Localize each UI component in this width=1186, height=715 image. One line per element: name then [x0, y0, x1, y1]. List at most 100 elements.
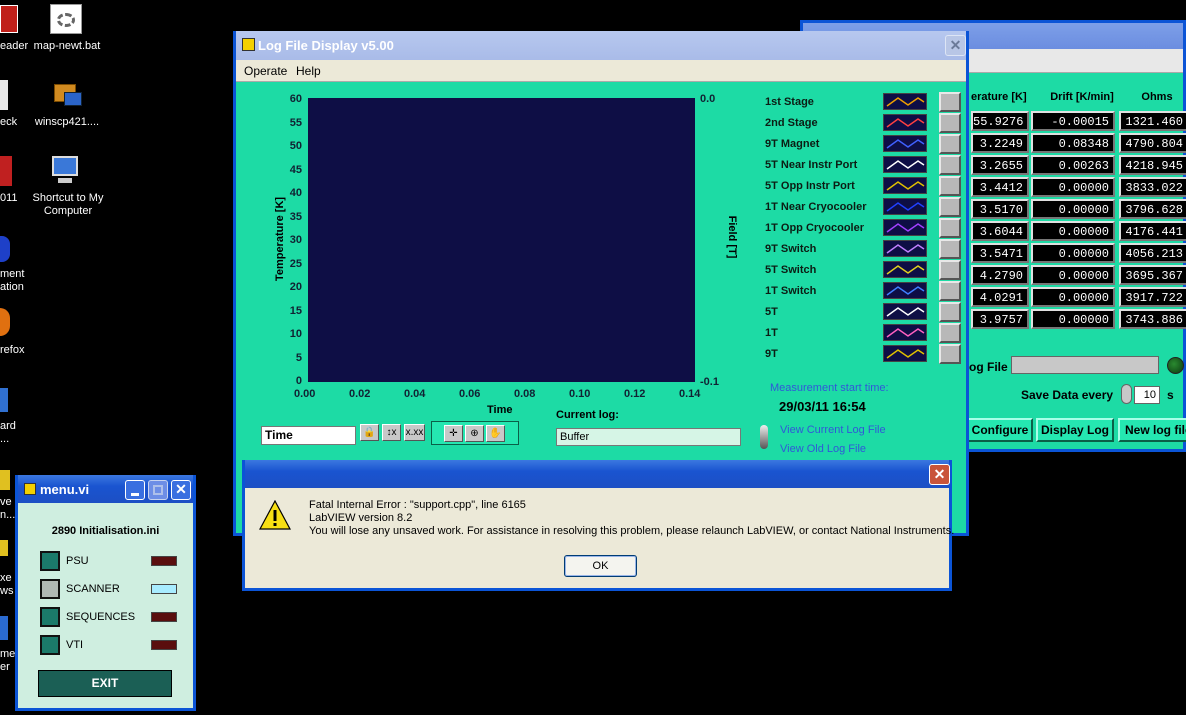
plot-visibility-toggle[interactable]	[939, 302, 961, 322]
desktop-icon-label[interactable]: map-newt.bat	[28, 40, 106, 53]
module-checkbox[interactable]	[40, 551, 60, 571]
plot-visibility-toggle[interactable]	[939, 218, 961, 238]
reading-cell: 0.00000	[1031, 221, 1115, 241]
plot-visibility-toggle[interactable]	[939, 92, 961, 112]
plot-visibility-toggle[interactable]	[939, 323, 961, 343]
chart-plot-area[interactable]	[308, 98, 695, 382]
save-interval-input[interactable]: 10	[1134, 386, 1160, 404]
ok-button[interactable]: OK	[564, 555, 637, 577]
menu-help[interactable]: Help	[296, 64, 321, 78]
desktop-icon-label[interactable]: eader	[0, 40, 30, 53]
exit-button[interactable]: EXIT	[38, 670, 172, 697]
legend-swatch[interactable]	[883, 93, 927, 110]
plot-visibility-toggle[interactable]	[939, 197, 961, 217]
crosshair-icon[interactable]: ✛	[444, 425, 463, 442]
document-icon[interactable]	[0, 80, 8, 110]
plot-visibility-toggle[interactable]	[939, 176, 961, 196]
legend-swatch[interactable]	[883, 156, 927, 173]
log-status-led	[1167, 357, 1184, 374]
desktop-icon-label[interactable]: Shortcut to My Computer	[26, 192, 110, 218]
save-interval-spinner[interactable]	[1121, 384, 1132, 404]
log-display-titlebar[interactable]: Log File Display v5.00	[236, 31, 966, 60]
legend-swatch[interactable]	[883, 303, 927, 320]
legend-swatch[interactable]	[883, 240, 927, 257]
view-current-log-link[interactable]: View Current Log File	[780, 424, 886, 436]
view-old-log-link[interactable]: View Old Log File	[780, 443, 866, 455]
plot-visibility-toggle[interactable]	[939, 134, 961, 154]
reading-cell: 0.00000	[1031, 265, 1115, 285]
legend-swatch[interactable]	[883, 177, 927, 194]
error-dialog[interactable]: ✕ Fatal Internal Error : "support.cpp", …	[242, 460, 955, 591]
module-checkbox[interactable]	[40, 607, 60, 627]
winscp-icon[interactable]	[52, 80, 82, 108]
app-icon[interactable]	[0, 540, 8, 556]
column-header-temperature: erature [K]	[971, 91, 1027, 103]
reading-cell: 3.9757	[971, 309, 1029, 329]
new-log-file-button[interactable]: New log file	[1118, 418, 1186, 442]
zoom-icon[interactable]: ⊕	[465, 425, 484, 442]
pan-hand-icon[interactable]: ✋	[486, 425, 505, 442]
desktop-icon-label[interactable]: ment	[0, 268, 30, 281]
desktop-icon-label[interactable]: ...	[0, 433, 30, 446]
desktop-icon-label[interactable]: refox	[0, 344, 30, 357]
desktop-icon-label[interactable]: er	[0, 661, 16, 674]
menu-operate[interactable]: Operate	[244, 64, 287, 78]
lock-icon[interactable]: 🔒	[360, 424, 379, 441]
legend-swatch[interactable]	[883, 345, 927, 362]
pdf-reader-icon[interactable]	[0, 5, 18, 33]
desktop-icon-label[interactable]: winscp421....	[28, 116, 106, 129]
desktop-icon-label[interactable]: n...	[0, 509, 16, 522]
desktop-icon-label[interactable]: ard	[0, 420, 30, 433]
batch-file-icon[interactable]	[50, 4, 82, 34]
app-icon[interactable]	[0, 470, 10, 490]
app-icon[interactable]	[0, 156, 12, 186]
plot-visibility-toggle[interactable]	[939, 113, 961, 133]
display-log-button[interactable]: Display Log	[1036, 418, 1114, 442]
error-dialog-titlebar[interactable]	[245, 460, 949, 488]
maximize-icon[interactable]	[148, 480, 168, 500]
module-checkbox[interactable]	[40, 579, 60, 599]
legend-swatch[interactable]	[883, 135, 927, 152]
legend-swatch[interactable]	[883, 114, 927, 131]
error-line-3: You will lose any unsaved work. For assi…	[309, 525, 955, 537]
legend-swatch[interactable]	[883, 198, 927, 215]
legend-swatch[interactable]	[883, 219, 927, 236]
app-icon[interactable]	[0, 236, 10, 262]
desktop-icon-label[interactable]: eck	[0, 116, 30, 129]
menu-vi-window[interactable]: menu.vi ✕ 2890 Initialisation.ini PSU SCA…	[15, 475, 196, 711]
x-scale-icon[interactable]: ↕x	[382, 424, 401, 441]
configure-button[interactable]: Configure	[967, 418, 1033, 442]
desktop-icon-label[interactable]: me	[0, 648, 16, 661]
legend-label: 1st Stage	[765, 96, 814, 108]
module-checkbox[interactable]	[40, 635, 60, 655]
plot-visibility-toggle[interactable]	[939, 239, 961, 259]
computer-icon[interactable]	[50, 156, 84, 186]
y-tick-label: 50	[289, 140, 302, 152]
reading-cell: 0.00000	[1031, 243, 1115, 263]
app-icon[interactable]	[0, 616, 8, 640]
format-icon[interactable]: x.xx	[404, 424, 425, 441]
toggle-switch[interactable]	[760, 425, 768, 449]
desktop-icon-label[interactable]: ation	[0, 281, 30, 294]
legend-swatch[interactable]	[883, 324, 927, 341]
close-icon[interactable]: ✕	[171, 480, 191, 500]
close-icon[interactable]: ✕	[929, 464, 950, 485]
legend-swatch[interactable]	[883, 261, 927, 278]
legend-swatch[interactable]	[883, 282, 927, 299]
time-field[interactable]: Time	[261, 426, 356, 445]
plot-visibility-toggle[interactable]	[939, 344, 961, 364]
desktop-icon-label[interactable]: ws	[0, 585, 16, 598]
app-icon[interactable]	[0, 388, 8, 412]
legend-row: 1T	[765, 323, 965, 345]
x-tick-label: 0.00	[294, 388, 316, 400]
reading-cell: 55.9276	[971, 111, 1029, 131]
legend-label: 5T Near Instr Port	[765, 159, 858, 171]
minimize-icon[interactable]	[125, 480, 145, 500]
desktop-icon-label[interactable]: ve	[0, 496, 16, 509]
plot-visibility-toggle[interactable]	[939, 281, 961, 301]
firefox-icon[interactable]	[0, 308, 10, 336]
plot-visibility-toggle[interactable]	[939, 260, 961, 280]
close-icon[interactable]: ✕	[945, 35, 966, 56]
desktop-icon-label[interactable]: xe	[0, 572, 16, 585]
plot-visibility-toggle[interactable]	[939, 155, 961, 175]
